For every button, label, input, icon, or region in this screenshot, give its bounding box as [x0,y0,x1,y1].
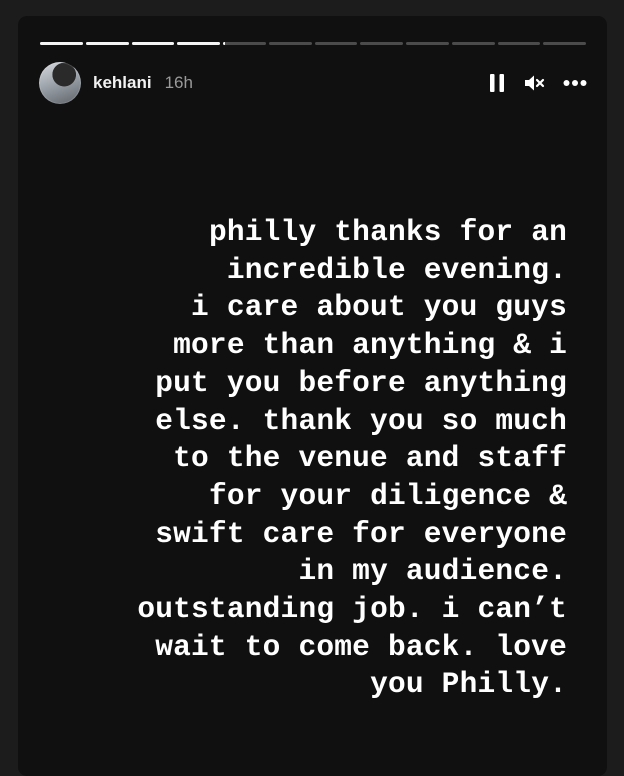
story-progress-segment [131,42,175,45]
story-progress-segment [360,42,403,45]
mute-button[interactable] [523,73,545,93]
story-progress-segment [543,42,586,45]
caption-line: incredible evening. [226,252,567,287]
more-options-button[interactable] [563,79,587,87]
caption-line: in my audience. [298,554,567,589]
story-progress-segment [451,42,495,45]
story-progress-segment [85,42,129,45]
more-horizontal-icon [563,80,587,86]
caption-line: to the venue and staff [173,441,567,476]
story-progress-bar [40,42,586,45]
caption-line: put you before anything [155,365,567,400]
story-progress-segment [177,42,220,45]
caption-line: else. thank you so much [155,403,567,438]
story-progress-segment [314,42,358,45]
story-progress-segment [406,42,449,45]
caption-line: wait to come back. love [155,629,567,664]
story-progress-segment [268,42,312,45]
pause-icon [490,74,504,92]
pause-button[interactable] [489,73,505,93]
caption-line: for your diligence & [208,478,567,513]
caption-line: i care about you guys [191,290,567,325]
story-controls [489,73,587,93]
story-progress-segment [497,42,541,45]
story-caption-text: philly thanks for an incredible evening. i… [137,214,567,704]
story-progress-segment [223,42,266,45]
caption-line: outstanding job. i can’t [137,592,567,627]
username[interactable]: kehlani [93,73,152,93]
timestamp: 16h [164,73,193,92]
story-viewer[interactable]: kehlani 16h philly thanks for an incredi… [18,16,607,776]
caption-line: you Philly. [370,667,567,702]
speaker-muted-icon [525,75,545,91]
caption-line: philly thanks for an [208,215,567,249]
caption-line: swift care for everyone [155,516,567,551]
story-progress-segment [40,42,83,45]
story-header: kehlani 16h [39,62,587,104]
avatar[interactable] [39,62,81,104]
caption-line: more than anything & i [173,328,567,363]
